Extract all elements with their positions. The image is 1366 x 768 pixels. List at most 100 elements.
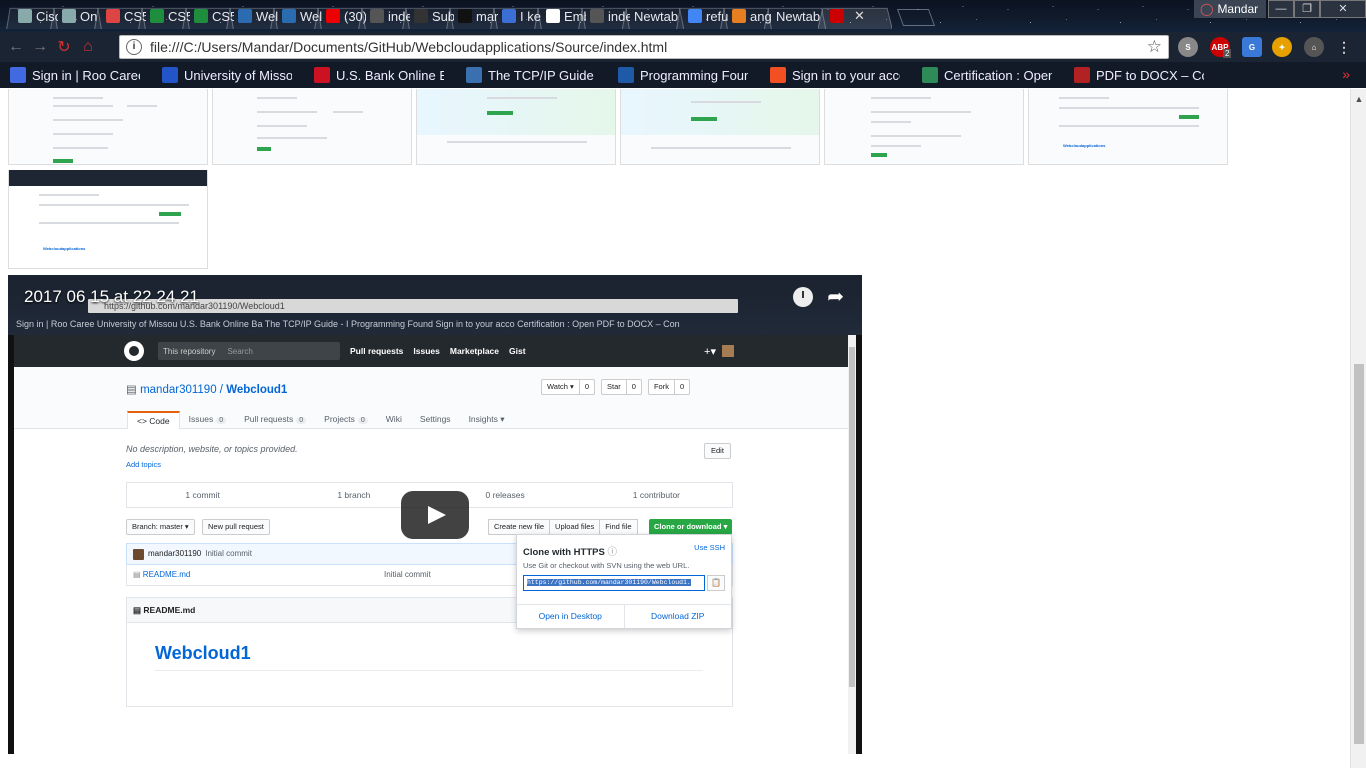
bookmark-item[interactable]: U.S. Bank Online Ban (314, 67, 444, 83)
share-icon[interactable]: ➦ (827, 287, 844, 307)
extension-icon[interactable]: ⌂ (1304, 37, 1324, 57)
repo-summary-item: 1 contributor (632, 490, 680, 500)
bookmark-item[interactable]: Programming Found (618, 67, 748, 83)
gallery-thumbnail[interactable]: Webcloudapplications (8, 170, 208, 269)
restore-button[interactable]: ❐ (1294, 0, 1320, 18)
bookmark-item[interactable]: University of Missou (162, 67, 292, 83)
play-button[interactable] (401, 491, 469, 539)
translate-extension-icon[interactable]: G (1242, 37, 1262, 57)
browser-tab[interactable]: Newtab (622, 3, 684, 29)
readme-header: README.md (143, 605, 196, 615)
repo-tab-label: <> Code (137, 416, 170, 426)
video-top-controls: ➦ (793, 287, 844, 307)
page-scrollbar[interactable]: ▲ (1350, 89, 1366, 768)
bookmark-item[interactable]: Certification : Open (922, 67, 1052, 83)
download-zip-button: Download ZIP (623, 605, 732, 628)
divider (155, 670, 703, 671)
profile-button[interactable]: ◯ Mandar (1194, 0, 1266, 18)
bookmark-favicon-icon (162, 67, 178, 83)
file-action-button: Create new file (488, 519, 551, 535)
github-header: This repository Search Pull requests Issu… (14, 335, 848, 367)
gallery-thumbnail[interactable] (8, 89, 208, 165)
github-repo-page: ▤ mandar301190 / Webcloud1 Watch ▾ 0 Star… (14, 367, 848, 754)
clone-title: Clone with HTTPS (523, 547, 605, 558)
avatar (133, 548, 144, 560)
clone-url-field: https://github.com/mandar301190/Webcloud… (523, 575, 705, 591)
tab-title: Emb (564, 8, 586, 24)
browser-tab[interactable]: ✕ (818, 3, 892, 29)
scroll-thumb[interactable] (1354, 364, 1364, 744)
tab-favicon-icon (370, 9, 384, 23)
repo-header: ▤ mandar301190 / Webcloud1 Watch ▾ 0 Star… (14, 367, 848, 429)
back-icon[interactable]: ← (4, 38, 28, 56)
bookmark-label: The TCP/IP Guide - I (488, 67, 596, 83)
extension-icon[interactable]: ✦ (1272, 37, 1292, 57)
gallery-thumbnail[interactable]: Webcloudapplications (1028, 89, 1228, 165)
browser-tab[interactable]: Newtab (764, 3, 826, 29)
reload-icon[interactable]: ↻ (52, 37, 76, 57)
gallery-thumbnail[interactable] (824, 89, 1024, 165)
address-bar[interactable]: i file:///C:/Users/Mandar/Documents/GitH… (119, 35, 1169, 59)
clone-popover: Clone with HTTPS ⓘ Use SSH Use Git or ch… (516, 534, 732, 629)
bookmark-item[interactable]: Sign in to your acco (770, 67, 900, 83)
bookmark-item[interactable]: The TCP/IP Guide - I (466, 67, 596, 83)
gallery-thumbnail[interactable] (620, 89, 820, 165)
github-nav-item: Issues (413, 346, 440, 356)
skype-extension-icon[interactable]: S (1178, 37, 1198, 57)
repo-tab-label: Settings (419, 414, 451, 424)
tab-favicon-icon (590, 9, 604, 23)
tab-title: Newtab (776, 8, 821, 24)
github-nav-item: Gist (509, 346, 526, 356)
tab-strip: Cisc On CS5 CS5 CS5 Wel Wel (30) inde Sub mar I ke E… (6, 3, 936, 29)
bookmark-item[interactable]: PDF to DOCX – Conv (1074, 67, 1204, 83)
minimize-button[interactable]: — (1268, 0, 1294, 18)
tab-favicon-icon (18, 9, 32, 23)
bookmark-label: Sign in | Roo Career (32, 67, 140, 83)
repo-tab: Pull requests 0 (235, 411, 315, 429)
file-commit-message: Initial commit (384, 570, 431, 579)
commit-author: mandar301190 (148, 549, 202, 558)
menu-icon[interactable]: ⋮ (1334, 37, 1354, 57)
watch-later-icon[interactable] (793, 287, 814, 307)
open-in-desktop-button: Open in Desktop (538, 611, 602, 621)
tab-title: inde (388, 8, 410, 24)
repo-tab-label: Pull requests (244, 414, 294, 424)
repo-tab-label: Projects (324, 414, 355, 424)
close-window-button[interactable]: ✕ (1320, 0, 1366, 18)
video-player[interactable]: https://github.com/mandar301190/Webcloud… (8, 275, 862, 754)
tab-favicon-icon (194, 9, 208, 23)
fork-label: Fork (653, 382, 669, 391)
readme-title: Webcloud1 (155, 643, 251, 663)
more-bookmarks-icon[interactable]: » (1342, 66, 1350, 82)
tab-favicon-icon (502, 9, 516, 23)
repo-tab: Insights ▾ (460, 411, 514, 429)
home-icon[interactable]: ⌂ (76, 38, 100, 56)
close-tab-icon[interactable]: ✕ (854, 8, 865, 24)
clone-description: Use Git or checkout with SVN using the w… (523, 561, 690, 570)
watch-button: Watch ▾ 0 (541, 379, 595, 395)
file-icon: ▤ (133, 570, 141, 579)
repo-title: ▤ mandar301190 / Webcloud1 (126, 384, 288, 396)
forward-icon[interactable]: → (28, 38, 52, 56)
scroll-up-arrow[interactable]: ▲ (1351, 91, 1366, 107)
bookmark-star-icon[interactable]: ☆ (1147, 37, 1162, 57)
window-controls: — ❐ ✕ (1268, 0, 1366, 18)
info-icon[interactable]: i (126, 39, 142, 55)
tab-title: Cisc (36, 8, 58, 24)
new-tab-button[interactable] (896, 9, 936, 26)
tab-favicon-icon (238, 9, 252, 23)
help-icon: ⓘ (607, 547, 617, 558)
browser-toolbar: ← → ↻ ⌂ i file:///C:/Users/Mandar/Docume… (0, 32, 1366, 62)
branch-select: Branch: master ▾ (126, 519, 195, 535)
bookmark-item[interactable]: Sign in | Roo Career (10, 67, 140, 83)
repo-tab-label: Issues (188, 414, 214, 424)
gallery-thumbnail[interactable] (212, 89, 412, 165)
tab-title: Newtab (634, 8, 679, 24)
repo-tab: Issues 0 (180, 411, 235, 429)
bookmark-favicon-icon (314, 67, 330, 83)
tab-title: Wel (256, 8, 278, 24)
page-content: Webcloudapplications Webcloudapplication… (0, 89, 1350, 768)
video-title[interactable]: 2017 06 15 at 22 24 21 (24, 287, 199, 307)
gallery-thumbnail[interactable] (416, 89, 616, 165)
bookmark-favicon-icon (466, 67, 482, 83)
